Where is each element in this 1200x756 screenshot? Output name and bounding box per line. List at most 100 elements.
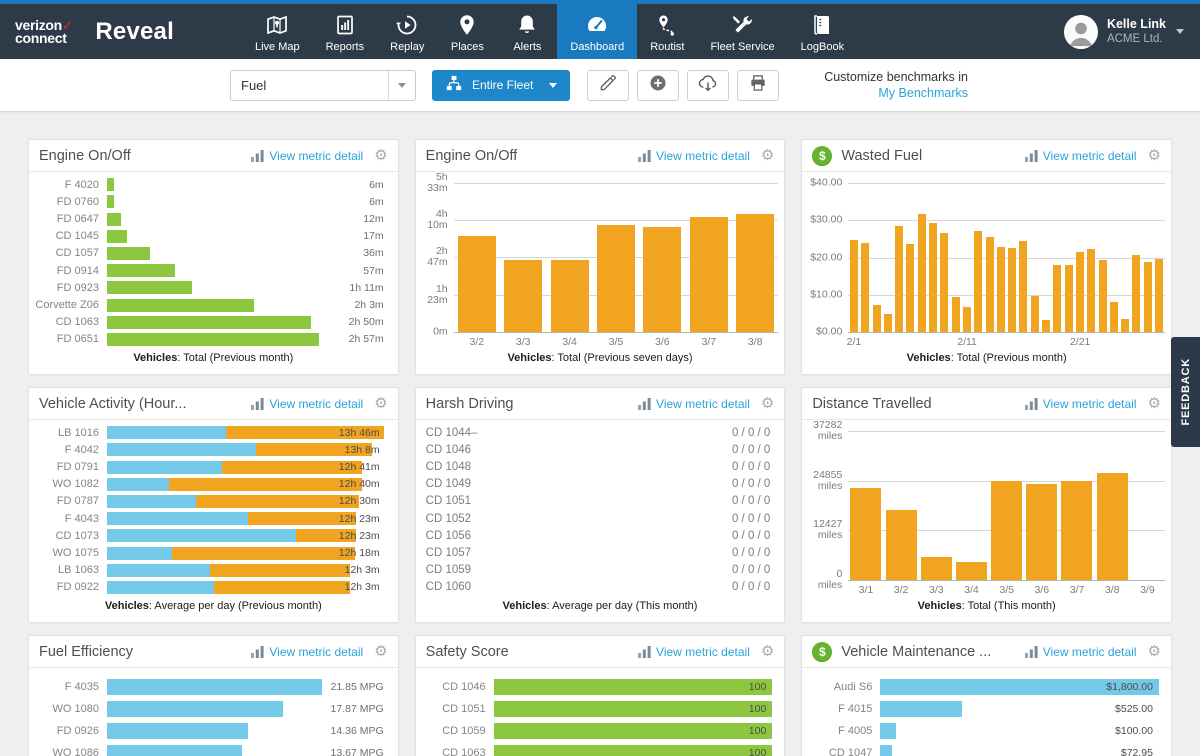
bar-row: WO 1080 17.87 MPG <box>35 698 386 720</box>
bar <box>107 745 242 756</box>
bar-track <box>107 298 330 312</box>
gear-icon[interactable]: ⚙ <box>761 644 774 659</box>
gear-icon[interactable]: ⚙ <box>374 396 387 411</box>
card-title: Vehicle Maintenance ... <box>841 643 992 660</box>
plot-area <box>848 183 1165 333</box>
value-label: 14.36 MPG <box>330 725 384 737</box>
gear-icon[interactable]: ⚙ <box>1148 396 1161 411</box>
gear-icon[interactable]: ⚙ <box>761 148 774 163</box>
vehicle-label: CD 1051 <box>442 703 486 715</box>
metric-category-select[interactable]: Fuel <box>230 69 416 101</box>
replay-icon <box>395 11 419 37</box>
nav-tab-replay[interactable]: Replay <box>377 4 437 59</box>
value-label: 12m <box>363 213 384 225</box>
nav-tab-fleet-service[interactable]: Fleet Service <box>697 4 787 59</box>
print-button[interactable] <box>737 69 780 101</box>
vehicle-label: F 4042 <box>64 443 99 456</box>
money-badge-icon: $ <box>812 641 833 662</box>
bar <box>951 297 960 332</box>
y-tick-label: 37282 miles <box>813 420 843 442</box>
chart-caption: Vehicles: Average per day (This month) <box>502 600 698 612</box>
card-header: Engine On/Off View metric detail ⚙ <box>29 140 398 172</box>
view-metric-detail-link[interactable]: View metric detail <box>1043 645 1137 659</box>
bar <box>849 240 858 332</box>
bar <box>457 236 496 332</box>
nav-tab-live-map[interactable]: Live Map <box>242 4 313 59</box>
bar <box>504 260 543 332</box>
export-button[interactable] <box>687 69 730 101</box>
nav-tab-label: Dashboard <box>570 40 625 53</box>
feedback-tab[interactable]: FEEDBACK <box>1171 337 1200 447</box>
card-title: Safety Score <box>425 643 509 660</box>
vehicle-label: CD 1059 <box>442 725 486 737</box>
bar-track <box>107 315 330 329</box>
my-benchmarks-link[interactable]: My Benchmarks <box>824 85 968 101</box>
nav-tab-reports[interactable]: Reports <box>313 4 378 59</box>
value-label: $525.00 <box>1115 703 1153 715</box>
nav-tab-alerts[interactable]: Alerts <box>497 4 557 59</box>
bar <box>107 332 319 346</box>
card-header: Engine On/Off View metric detail ⚙ <box>415 140 785 172</box>
vehicle-label: F 4020 <box>64 178 99 191</box>
stacked-bar <box>107 563 350 577</box>
chart-area: $40.00 $30.00 $20.00 $10.00 $0.00 2/1 2/11 2/21 <box>802 172 1171 350</box>
chart-caption: Vehicles: Total (Previous month) <box>133 352 294 364</box>
bar-row: FD 0914 57m <box>35 262 386 279</box>
bar <box>880 723 896 739</box>
bar-rows: F 4020 6m FD 0760 6m FD 0647 12m CD 1045 17m CD … <box>29 172 398 350</box>
gear-icon[interactable]: ⚙ <box>374 644 387 659</box>
bar <box>550 259 589 332</box>
bar-chart-icon <box>1024 149 1038 162</box>
bar-row: FD 0923 1h 11m <box>35 279 386 296</box>
user-menu[interactable]: Kelle Link ACME Ltd. <box>1063 4 1200 59</box>
x-axis: 3/2 3/3 3/4 3/5 3/6 3/7 3/8 <box>454 332 779 350</box>
vehicle-label: CD 1059 <box>425 564 472 577</box>
fleet-selector-button[interactable]: Entire Fleet <box>432 69 571 101</box>
y-tick-label: 2h 47m <box>427 245 448 269</box>
metric-card: Fuel Efficiency View metric detail ⚙ F 4… <box>28 635 399 756</box>
view-metric-detail-link[interactable]: View metric detail <box>269 149 363 163</box>
nav-tab-routist[interactable]: Routist <box>637 4 697 59</box>
y-tick-label: 12427 miles <box>813 518 843 542</box>
gear-icon[interactable]: ⚙ <box>374 148 387 163</box>
vehicle-label: CD 1060 <box>425 581 472 594</box>
view-metric-detail-link[interactable]: View metric detail <box>1043 149 1137 163</box>
value-label: 100 <box>748 681 767 693</box>
view-metric-detail-link[interactable]: View metric detail <box>656 645 750 659</box>
live-map-icon <box>265 11 289 37</box>
view-metric-detail-link[interactable]: View metric detail <box>269 645 363 659</box>
gear-icon[interactable]: ⚙ <box>761 396 774 411</box>
add-metric-button[interactable] <box>637 69 680 101</box>
nav-tab-places[interactable]: Places <box>437 4 497 59</box>
bar <box>872 304 881 332</box>
nav-tab-dashboard[interactable]: Dashboard <box>557 4 638 59</box>
bar-chart-icon <box>638 397 651 410</box>
bar-rows: Audi S6 $1,800.00 F 4015 $525.00 F 4005 $100.… <box>802 668 1171 756</box>
x-tick-label: 3/6 <box>655 336 670 348</box>
view-metric-detail-link[interactable]: View metric detail <box>269 397 363 411</box>
gear-icon[interactable]: ⚙ <box>1148 148 1161 163</box>
bar <box>1026 483 1058 580</box>
bar-track <box>880 745 1159 756</box>
bar <box>920 557 952 580</box>
bar <box>917 214 926 332</box>
value-label: 12h 23m <box>338 529 380 542</box>
view-metric-detail-link[interactable]: View metric detail <box>656 397 750 411</box>
chart-caption: Vehicles: Total (This month) <box>917 600 1056 612</box>
bar <box>885 510 917 580</box>
card-title: Wasted Fuel <box>841 147 923 164</box>
y-tick-label: $20.00 <box>810 251 843 263</box>
y-tick-label: $0.00 <box>816 325 843 338</box>
edit-dashboard-button[interactable] <box>587 69 630 101</box>
bar <box>1154 258 1163 332</box>
view-metric-detail-link[interactable]: View metric detail <box>656 149 750 163</box>
bar-track <box>107 679 328 695</box>
value-label: 0 / 0 / 0 <box>731 495 771 508</box>
bar <box>493 723 773 739</box>
view-metric-detail-link[interactable]: View metric detail <box>1043 397 1137 411</box>
bar-row: F 4035 21.85 MPG <box>35 676 386 698</box>
gear-icon[interactable]: ⚙ <box>1148 644 1161 659</box>
value-label: 0 / 0 / 0 <box>731 581 771 594</box>
nav-tab-label: Reports <box>325 40 365 53</box>
nav-tab-logbook[interactable]: LogBook <box>788 4 857 59</box>
